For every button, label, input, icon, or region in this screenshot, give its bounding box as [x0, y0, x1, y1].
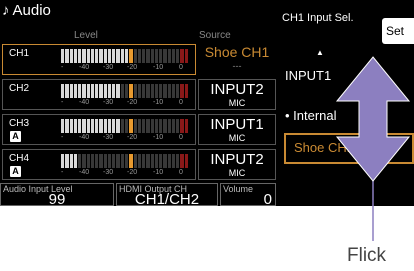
double-arrow-shape: [335, 56, 411, 182]
flick-label: Flick: [347, 245, 387, 266]
flick-gesture-arrow-icon: [335, 56, 411, 241]
